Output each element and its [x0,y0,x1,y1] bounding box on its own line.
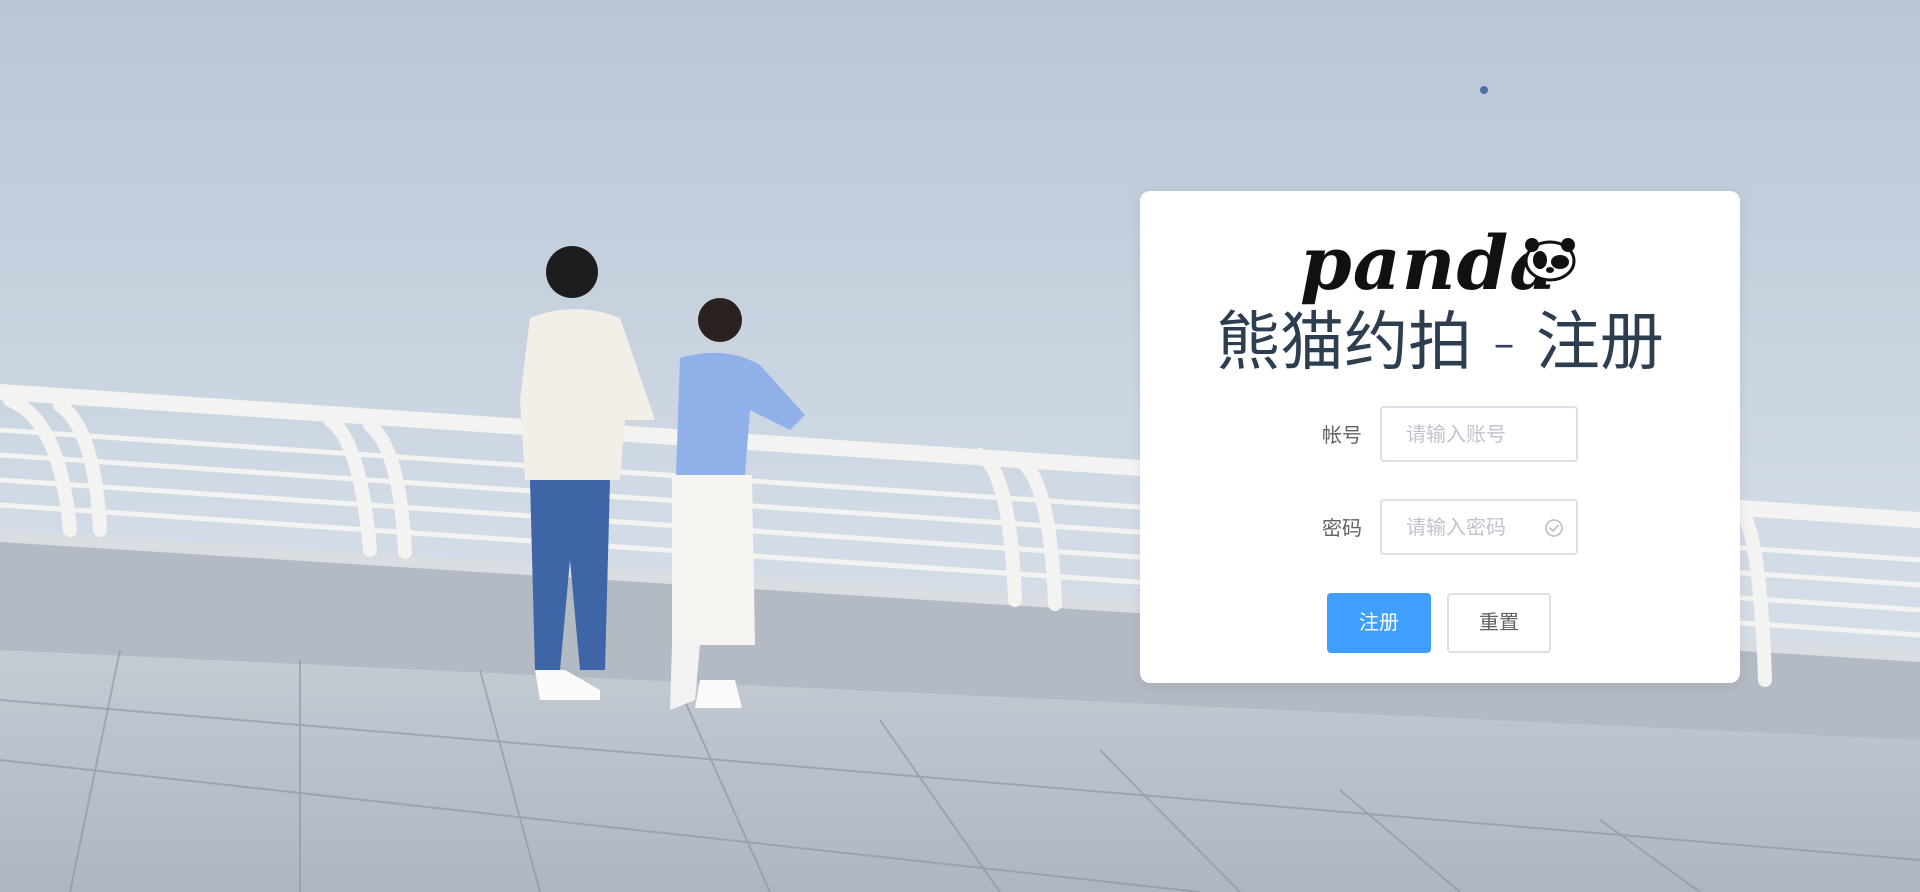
check-circle-icon [1545,519,1563,537]
brand-logo: panda [1300,227,1590,303]
page-title: 熊猫约拍 - 注册 [1216,306,1664,380]
account-row: 帐号 [1140,406,1740,466]
account-input[interactable] [1404,408,1558,462]
account-label: 帐号 [1322,425,1362,447]
password-input[interactable] [1404,501,1558,555]
panda-face-icon [1524,238,1576,282]
logo-text: panda [1300,227,1558,301]
logo-text-value: panda [1300,221,1559,307]
password-label: 密码 [1322,518,1362,540]
register-card: panda 熊猫约拍 - 注册 帐号 密码 注册 重置 [1140,191,1740,683]
password-input-wrapper[interactable] [1380,499,1578,555]
form-actions: 注册 重置 [1140,593,1740,653]
register-button[interactable]: 注册 [1327,593,1431,653]
reset-button[interactable]: 重置 [1447,593,1551,653]
password-row: 密码 [1140,499,1740,559]
account-input-wrapper[interactable] [1380,406,1578,462]
